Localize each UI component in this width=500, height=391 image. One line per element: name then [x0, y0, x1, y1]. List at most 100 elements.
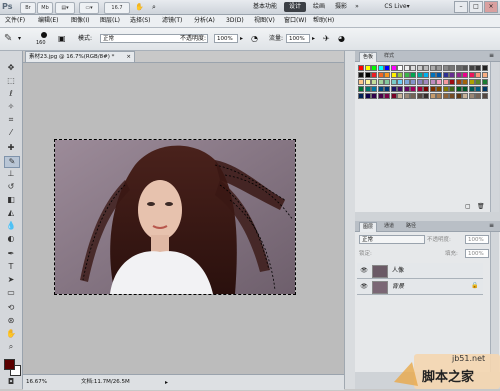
eye-icon[interactable]: 👁 — [360, 267, 368, 274]
workspace-painting-button[interactable]: 绘画 — [310, 2, 328, 12]
zoom-readout[interactable]: 16.67% — [26, 375, 47, 390]
color-swatch[interactable] — [455, 79, 462, 85]
color-swatch[interactable] — [390, 93, 397, 99]
color-swatch[interactable] — [371, 86, 377, 92]
menu-layer[interactable]: 图层(L) — [100, 16, 120, 26]
workspace-more-button[interactable]: » — [352, 2, 362, 12]
menu-edit[interactable]: 编辑(E) — [38, 16, 58, 26]
color-swatch[interactable] — [403, 72, 410, 78]
layer-row-portrait[interactable]: 👁 人像 — [357, 263, 483, 279]
color-swatch[interactable] — [423, 72, 429, 78]
color-swatch[interactable] — [416, 86, 423, 92]
eyedropper-tool-icon[interactable]: ⁄ — [4, 128, 18, 138]
color-swatch[interactable] — [449, 72, 455, 78]
color-swatch[interactable] — [423, 86, 429, 92]
color-swatch[interactable] — [449, 93, 455, 99]
color-swatch[interactable] — [468, 65, 475, 71]
rectangle-tool-icon[interactable]: ▭ — [4, 288, 18, 298]
tab-channels[interactable]: 通道 — [381, 222, 397, 231]
color-swatch[interactable] — [397, 93, 403, 99]
trash-icon[interactable]: 🗑 — [477, 203, 485, 210]
color-swatch[interactable] — [449, 86, 455, 92]
color-swatch[interactable] — [436, 72, 442, 78]
airbrush-icon[interactable]: ✈ — [323, 33, 334, 44]
color-swatch[interactable] — [416, 79, 423, 85]
path-selection-tool-icon[interactable]: ➤ — [4, 275, 18, 285]
color-swatch[interactable] — [397, 65, 403, 71]
brush-panel-icon[interactable]: ▣ — [58, 34, 68, 44]
color-swatch[interactable] — [358, 65, 364, 71]
brush-tool-icon[interactable]: ✎ — [4, 156, 20, 168]
3d-rotate-tool-icon[interactable]: ⟲ — [4, 303, 18, 313]
color-swatch[interactable] — [371, 65, 377, 71]
layers-scrollbar[interactable] — [490, 232, 499, 372]
workspace-photography-button[interactable]: 摄影 — [332, 2, 350, 12]
color-swatch[interactable] — [468, 72, 475, 78]
color-swatch[interactable] — [403, 86, 410, 92]
menu-select[interactable]: 选择(S) — [130, 16, 151, 26]
color-swatch[interactable] — [410, 86, 416, 92]
menu-help[interactable]: 帮助(H) — [313, 16, 334, 26]
tab-swatches[interactable]: 色板 — [359, 52, 378, 62]
lasso-tool-icon[interactable]: ℓ — [4, 89, 18, 99]
menu-3d[interactable]: 3D(D) — [226, 16, 244, 26]
color-swatch[interactable] — [481, 93, 488, 99]
new-swatch-icon[interactable]: ▢ — [465, 203, 471, 210]
color-swatch[interactable] — [371, 79, 377, 85]
pen-tool-icon[interactable]: ✒ — [4, 249, 18, 259]
clone-stamp-tool-icon[interactable]: ⊥ — [4, 169, 18, 179]
color-swatch[interactable] — [364, 65, 371, 71]
status-menu-icon[interactable]: ▸ — [165, 375, 168, 390]
color-swatch[interactable] — [364, 79, 371, 85]
color-swatch[interactable] — [429, 65, 436, 71]
color-swatch[interactable] — [449, 65, 455, 71]
close-button[interactable]: × — [484, 1, 498, 13]
color-swatch[interactable] — [436, 86, 442, 92]
opacity-dropdown-icon[interactable]: ▸ — [240, 34, 246, 43]
maximize-button[interactable]: □ — [469, 1, 483, 13]
color-swatch[interactable] — [462, 72, 468, 78]
color-swatch[interactable] — [436, 65, 442, 71]
color-swatch[interactable] — [397, 86, 403, 92]
view-extras-button[interactable]: ▤▾ — [55, 2, 75, 14]
color-swatch[interactable] — [423, 79, 429, 85]
workspace-design-button[interactable]: 设计 — [284, 2, 306, 12]
document-tab[interactable]: 素材23.jpg @ 16.7%(RGB/8#) * × — [25, 51, 135, 62]
menu-analysis[interactable]: 分析(A) — [194, 16, 215, 26]
minimize-button[interactable]: – — [454, 1, 468, 13]
color-swatch[interactable] — [429, 86, 436, 92]
color-swatch[interactable] — [358, 72, 364, 78]
color-swatch[interactable] — [481, 65, 488, 71]
color-swatch[interactable] — [442, 93, 449, 99]
color-swatch[interactable] — [442, 86, 449, 92]
color-swatch[interactable] — [384, 93, 390, 99]
color-swatch[interactable] — [377, 72, 384, 78]
color-swatch[interactable] — [475, 79, 481, 85]
color-swatch[interactable] — [403, 79, 410, 85]
quick-selection-tool-icon[interactable]: ✧ — [4, 102, 18, 112]
flow-dropdown-icon[interactable]: ▸ — [312, 34, 318, 43]
panel-menu-icon[interactable]: ≡ — [489, 222, 494, 230]
color-swatch[interactable] — [390, 72, 397, 78]
color-swatch[interactable] — [364, 93, 371, 99]
color-swatch[interactable] — [429, 93, 436, 99]
color-swatch[interactable] — [384, 72, 390, 78]
color-swatch[interactable] — [481, 86, 488, 92]
color-swatch[interactable] — [384, 79, 390, 85]
layer-row-background[interactable]: 👁 背景 🔒 — [357, 279, 483, 295]
color-swatch[interactable] — [462, 79, 468, 85]
quick-mask-icon[interactable]: ◘ — [4, 377, 18, 387]
dodge-tool-icon[interactable]: ◐ — [4, 234, 18, 244]
blur-tool-icon[interactable]: 💧 — [4, 221, 18, 231]
color-swatch[interactable] — [449, 79, 455, 85]
color-swatch[interactable] — [481, 72, 488, 78]
zoom-level-dropdown[interactable]: 16.7 — [104, 2, 130, 14]
color-swatch[interactable] — [436, 79, 442, 85]
menu-window[interactable]: 窗口(W) — [284, 16, 307, 26]
color-swatch[interactable] — [429, 72, 436, 78]
foreground-color-swatch[interactable] — [4, 359, 15, 370]
color-swatch[interactable] — [481, 79, 488, 85]
color-swatch[interactable] — [397, 72, 403, 78]
swatches-scrollbar[interactable] — [490, 62, 499, 212]
blend-mode-select[interactable]: 正常 — [359, 235, 425, 244]
